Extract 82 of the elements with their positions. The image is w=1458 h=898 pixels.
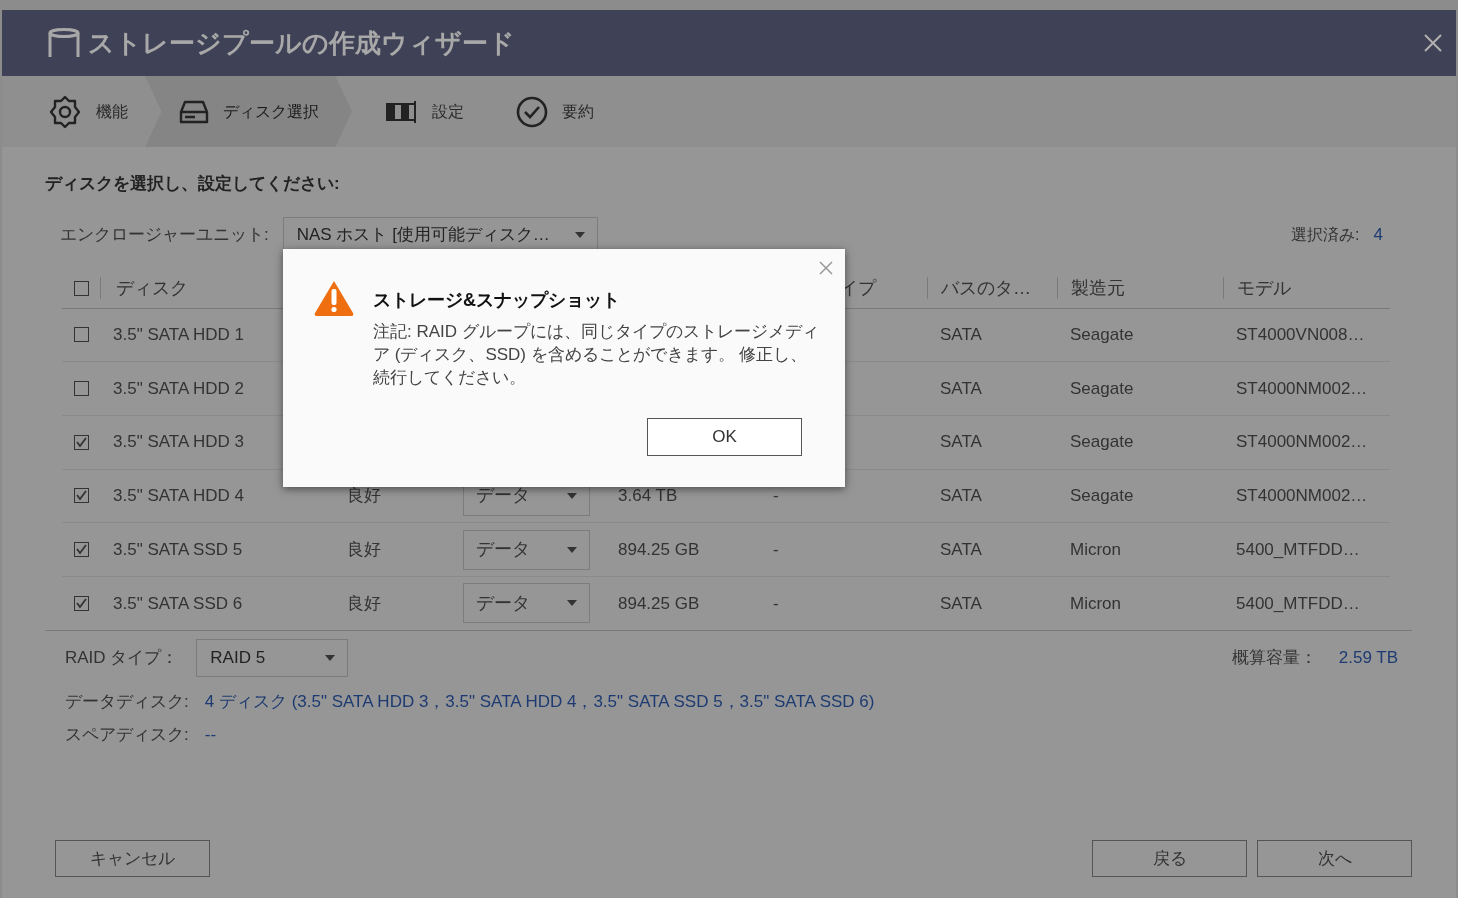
wizard-step[interactable]: 機能 (2, 76, 145, 147)
checkbox[interactable] (73, 280, 89, 296)
table-cell: 3.5" SATA HDD 1 (113, 325, 245, 345)
table-cell: 894.25 GB (618, 593, 700, 613)
checkbox[interactable] (73, 595, 89, 611)
table-cell: Micron (1070, 539, 1121, 559)
table-cell: SATA (940, 325, 982, 345)
checkbox[interactable] (73, 327, 89, 343)
checkbox[interactable] (73, 434, 89, 450)
spare-disks-value: -- (204, 724, 217, 747)
cancel-button[interactable]: キャンセル (55, 840, 210, 877)
caret-icon (567, 492, 577, 499)
table-cell: 3.5" SATA SSD 5 (113, 539, 243, 559)
table-cell: - (773, 486, 779, 506)
warning-icon (313, 279, 355, 316)
column-header: モデル (1237, 276, 1291, 300)
table-cell: Seagate (1070, 378, 1134, 398)
table-cell: SATA (940, 432, 982, 452)
spare-disks-label: スペアディスク: (65, 724, 189, 747)
raid-type-label: RAID タイプ： (65, 646, 179, 669)
table-cell: 5400_MTFDD… (1236, 539, 1360, 559)
instruction-text: ディスクを選択し、設定してください: (45, 173, 341, 195)
checkbox[interactable] (73, 542, 89, 558)
alert-title: ストレージ&スナップショット (373, 289, 621, 312)
table-cell: ST4000VN008… (1236, 325, 1365, 345)
table-cell: 3.64 TB (618, 486, 678, 506)
wizard-step[interactable]: 要約 (482, 76, 594, 147)
cylinder-icon (48, 28, 80, 58)
table-cell: ST4000NM002… (1236, 378, 1368, 398)
caret-icon (567, 600, 577, 607)
caret-icon (567, 546, 577, 553)
selected-count-label: 選択済み: (1291, 225, 1360, 245)
checkbox[interactable] (73, 381, 89, 397)
wizard-step[interactable]: ディスク選択 (145, 76, 352, 147)
next-button[interactable]: 次へ (1257, 840, 1412, 877)
column-header: 製造元 (1071, 276, 1125, 300)
back-button[interactable]: 戻る (1092, 840, 1247, 877)
table-cell: ST4000NM002… (1236, 432, 1368, 452)
wizard-step[interactable]: 設定 (352, 76, 482, 147)
caret-icon (325, 654, 336, 661)
close-button[interactable] (1424, 34, 1442, 52)
table-cell: 3.5" SATA HDD 4 (113, 486, 245, 506)
data-disks-label: データディスク: (65, 690, 189, 713)
disk-drive-icon (179, 99, 209, 124)
table-cell: 894.25 GB (618, 539, 700, 559)
column-header: ディスク (116, 276, 188, 300)
caret-icon (574, 232, 585, 238)
checkbox[interactable] (73, 488, 89, 504)
table-cell: 3.5" SATA HDD 2 (113, 378, 245, 398)
table-cell: SATA (940, 486, 982, 506)
column-header: バスのタ… (941, 276, 1031, 300)
sliders-icon (386, 100, 418, 123)
table-cell: 3.5" SATA HDD 3 (113, 432, 245, 452)
window-title: ストレージプールの作成ウィザード (88, 26, 515, 60)
alert-message: 注記: RAID グループには、同じタイプのストレージメディア (ディスク、SSD) を含めることができます。 修正し、続行してください。 (373, 321, 820, 389)
table-cell: 3.5" SATA SSD 6 (113, 593, 243, 613)
selected-count: 4 (1373, 224, 1383, 247)
table-cell: - (773, 539, 779, 559)
capacity-value: 2.59 TB (1338, 646, 1398, 669)
table-cell: ST4000NM002… (1236, 486, 1368, 506)
raid-type-dropdown[interactable]: RAID 5 (196, 638, 349, 677)
gear-icon (48, 94, 82, 129)
enclosure-label: エンクロージャーユニット: (60, 224, 269, 247)
table-cell: Micron (1070, 593, 1121, 613)
table-cell: Seagate (1070, 486, 1134, 506)
type-dropdown[interactable]: データ (463, 529, 590, 570)
ok-button[interactable]: OK (647, 418, 802, 456)
table-cell: Seagate (1070, 325, 1134, 345)
table-cell: 良好 (347, 593, 381, 613)
table-cell: 良好 (347, 539, 381, 559)
table-cell: SATA (940, 539, 982, 559)
table-cell: Seagate (1070, 432, 1134, 452)
check-circle-icon (516, 95, 548, 128)
capacity-label: 概算容量： (1231, 646, 1317, 669)
table-cell: SATA (940, 378, 982, 398)
table-cell: 良好 (347, 486, 381, 506)
type-dropdown[interactable]: データ (463, 583, 590, 624)
data-disks-value: 4 ディスク (3.5" SATA HDD 3，3.5" SATA HDD 4，3.5" SATA SSD 5，3.5" SATA SSD 6) (204, 690, 875, 713)
table-cell: SATA (940, 593, 982, 613)
close-button[interactable] (819, 261, 833, 275)
table-cell: 5400_MTFDD… (1236, 593, 1360, 613)
table-cell: - (773, 593, 779, 613)
